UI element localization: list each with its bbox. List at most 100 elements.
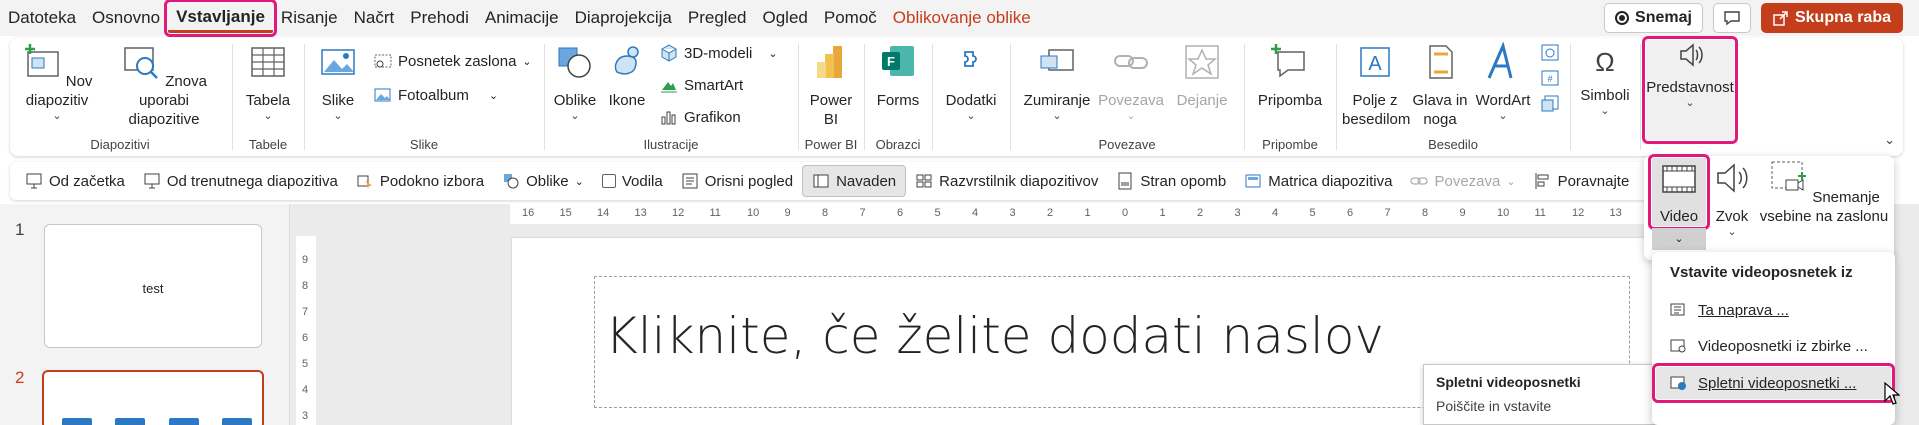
- video-stock-item[interactable]: Videoposnetki iz zbirke ...: [1656, 330, 1891, 362]
- checkbox-icon[interactable]: [601, 174, 616, 188]
- ruler-tick-label: 4: [1272, 207, 1279, 219]
- textbox-button[interactable]: A Polje z besedilom: [1342, 42, 1410, 129]
- video-stock-icon: [1670, 339, 1686, 353]
- 3d-models-button[interactable]: 3D-modeli ⌄: [660, 44, 778, 62]
- icons-label: Ikone: [608, 92, 646, 109]
- video-this-device-item[interactable]: Ta naprava ...: [1656, 294, 1891, 326]
- photo-album-button[interactable]: Fotoalbum ⌄: [374, 86, 498, 104]
- menu-home[interactable]: Osnovno: [84, 3, 168, 33]
- new-slide-button[interactable]: Nov diapozitiv ⌄: [18, 42, 96, 122]
- thumbnail-shape: [115, 418, 146, 425]
- zoom-button[interactable]: Zumiranje ⌄: [1022, 42, 1092, 122]
- speaker-icon: [1670, 40, 1710, 74]
- link-button[interactable]: Povezava ⌄: [1096, 42, 1166, 122]
- slide-sorter-button[interactable]: Razvrstilnik diapozitivov: [906, 165, 1107, 197]
- pictures-button[interactable]: Slike ⌄: [312, 42, 364, 122]
- table-button[interactable]: Tabela ⌄: [240, 42, 296, 122]
- outline-view-button[interactable]: Orisni pogled: [672, 165, 802, 197]
- vertical-ruler: 9 8 7 6 5 4 3: [296, 236, 316, 425]
- header-footer-button[interactable]: Glava in noga: [1412, 42, 1468, 129]
- menu-design[interactable]: Načrt: [346, 3, 403, 33]
- audio-button[interactable]: Zvok ⌄: [1710, 158, 1754, 238]
- ruler-tick-label: 4: [302, 384, 309, 396]
- group-illustrations: Oblike ⌄ Ikone 3D-modeli ⌄ SmartArt Graf…: [546, 38, 796, 156]
- smartart-button[interactable]: SmartArt: [660, 76, 743, 94]
- shapes-quick-button[interactable]: Oblike ⌄: [493, 165, 593, 197]
- ruler-tick-label: 3: [1009, 207, 1016, 219]
- slide-number-icon[interactable]: #: [1540, 68, 1560, 88]
- slide-sorter-label: Razvrstilnik diapozitivov: [939, 172, 1099, 190]
- slide-thumbnail-selected[interactable]: [42, 370, 264, 425]
- object-icon[interactable]: [1540, 94, 1560, 114]
- media-label: Predstavnost: [1646, 79, 1734, 96]
- forms-button[interactable]: F Forms: [872, 42, 924, 110]
- group-text: A Polje z besedilom Glava in noga WordAr…: [1338, 38, 1568, 156]
- comment-button[interactable]: Pripomba: [1252, 42, 1328, 110]
- wordart-button[interactable]: WordArt ⌄: [1472, 41, 1534, 122]
- slide-thumbnail[interactable]: test: [44, 224, 262, 348]
- from-current-button[interactable]: Od trenutnega diapozitiva: [134, 165, 347, 197]
- chart-button[interactable]: Grafikon: [660, 108, 741, 126]
- text-small-buttons: #: [1540, 42, 1562, 114]
- menu-file[interactable]: Datoteka: [0, 3, 84, 33]
- menu-insert[interactable]: Vstavljanje: [164, 0, 277, 37]
- menu-animations[interactable]: Animacije: [477, 3, 567, 33]
- record-button[interactable]: Snemaj: [1604, 3, 1703, 33]
- menu-draw[interactable]: Risanje: [273, 3, 346, 33]
- slideshow-start-icon: [26, 173, 42, 189]
- date-time-icon[interactable]: [1540, 42, 1560, 62]
- title-placeholder-text[interactable]: Kliknite, če želite dodati naslov: [605, 307, 1384, 365]
- guides-checkbox[interactable]: Vodila: [593, 165, 672, 197]
- slide-master-button[interactable]: Matrica diapozitiva: [1235, 165, 1401, 197]
- header-footer-label: Glava in noga: [1412, 92, 1468, 128]
- audio-label: Zvok: [1715, 208, 1749, 225]
- shapes-button[interactable]: Oblike ⌄: [550, 42, 600, 122]
- ruler-tick-label: 15: [559, 207, 572, 219]
- group-label-images: Slike: [409, 137, 439, 152]
- media-button[interactable]: Predstavnost ⌄: [1642, 36, 1738, 144]
- share-label: Skupna raba: [1794, 9, 1891, 26]
- symbols-button[interactable]: Ω Simboli ⌄: [1576, 42, 1634, 117]
- chevron-down-icon: ⌄: [768, 47, 778, 60]
- from-beginning-button[interactable]: Od začetka: [16, 165, 134, 197]
- ruler-tick-label: 8: [302, 280, 309, 292]
- selection-pane-button[interactable]: Podokno izbora: [347, 165, 493, 197]
- notes-page-button[interactable]: Stran opomb: [1107, 165, 1235, 197]
- chevron-down-icon: ⌄: [522, 55, 532, 68]
- action-button[interactable]: Dejanje: [1170, 42, 1234, 110]
- menu-view[interactable]: Ogled: [755, 3, 816, 33]
- svg-text:#: #: [1547, 74, 1552, 84]
- video-online-item[interactable]: Spletni videoposnetki ...: [1652, 363, 1895, 403]
- video-button[interactable]: Video: [1648, 154, 1710, 230]
- ribbon-separator: [1640, 44, 1641, 150]
- group-tables: Tabela ⌄ Tabele: [234, 38, 302, 156]
- screenshot-button[interactable]: Posnetek zaslona ⌄: [374, 52, 532, 70]
- table-icon: [251, 47, 285, 77]
- reuse-slides-button[interactable]: Znova uporabi diapozitive: [108, 42, 220, 129]
- addins-button[interactable]: Dodatki ⌄: [940, 42, 1002, 122]
- menu-help[interactable]: Pomoč: [816, 3, 885, 33]
- chevron-down-icon: ⌄: [1052, 110, 1062, 122]
- align-button[interactable]: Poravnajte: [1525, 165, 1639, 197]
- comment-icon: [1724, 11, 1740, 26]
- share-button[interactable]: Skupna raba: [1760, 3, 1903, 33]
- icons-button[interactable]: Ikone: [604, 42, 650, 110]
- menu-review[interactable]: Pregled: [680, 3, 755, 33]
- slide-master-label: Matrica diapozitiva: [1268, 172, 1393, 190]
- menu-shape-format[interactable]: Oblikovanje oblike: [885, 3, 1039, 33]
- normal-view-button[interactable]: Navaden: [802, 165, 907, 197]
- ribbon-collapse-chevron-icon[interactable]: ⌄: [1884, 132, 1895, 148]
- menu-slideshow[interactable]: Diaprojekcija: [567, 3, 680, 33]
- group-label-tables: Tabele: [248, 137, 288, 152]
- ribbon-separator: [1336, 44, 1337, 150]
- mouse-cursor-icon: [1884, 382, 1900, 405]
- screen-recording-button[interactable]: Snemanje vsebine na zaslonu: [1758, 158, 1890, 226]
- menu-transitions[interactable]: Prehodi: [402, 3, 477, 33]
- comments-button[interactable]: [1712, 3, 1751, 33]
- slide-number: 1: [15, 220, 25, 239]
- chart-icon: [661, 111, 676, 125]
- video-online-icon: [1670, 376, 1686, 390]
- link-quick-button[interactable]: Povezava ⌄: [1401, 165, 1524, 197]
- powerbi-button[interactable]: Power BI: [806, 42, 856, 129]
- video-dropdown-chevron-icon[interactable]: ⌄: [1652, 228, 1706, 250]
